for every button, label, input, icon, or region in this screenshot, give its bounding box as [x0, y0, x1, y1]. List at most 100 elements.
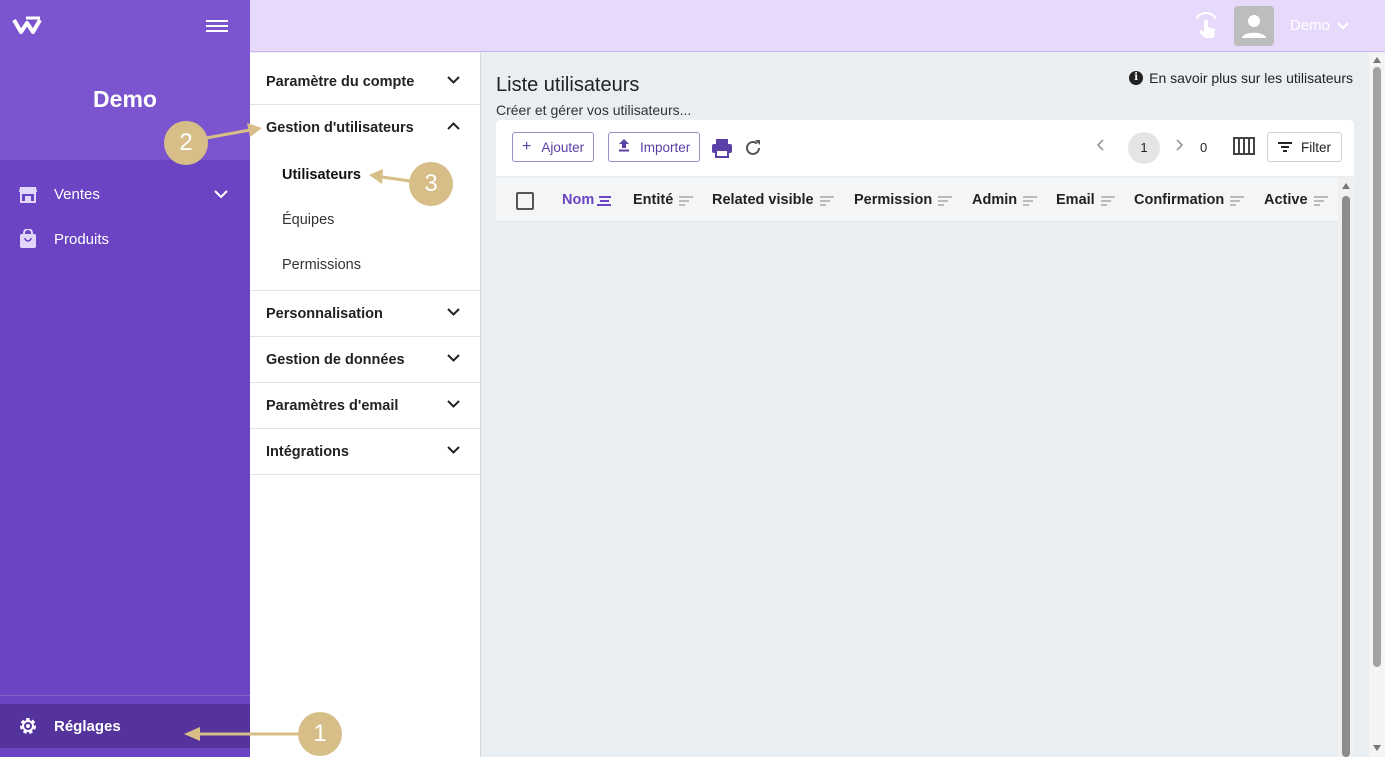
- menu-section-label: Gestion de données: [266, 351, 405, 368]
- sidebar-item-label: Ventes: [54, 185, 100, 203]
- column-label: Active: [1264, 192, 1308, 208]
- table-header: Nom Entité Related visible Permission Ad…: [496, 178, 1338, 222]
- learn-more-link[interactable]: i En savoir plus sur les utilisateurs: [1129, 70, 1353, 86]
- store-icon: [18, 184, 38, 204]
- scroll-down-icon[interactable]: [1373, 745, 1381, 751]
- column-label: Nom: [562, 192, 595, 208]
- sort-icon: [1023, 195, 1038, 206]
- page-title: Liste utilisateurs: [496, 74, 640, 96]
- plus-icon: +: [522, 138, 532, 155]
- settings-menu: Paramètre du compte Gestion d'utilisateu…: [250, 53, 481, 757]
- sort-icon: [1230, 195, 1245, 206]
- scrollbar-thumb[interactable]: [1373, 67, 1381, 667]
- prev-page-icon[interactable]: [1096, 138, 1104, 156]
- table-body: [496, 222, 1338, 757]
- menu-section-parametres-email[interactable]: Paramètres d'email: [250, 383, 480, 429]
- column-header-confirmation[interactable]: Confirmation: [1134, 192, 1245, 208]
- column-header-nom[interactable]: Nom: [562, 192, 612, 208]
- shopping-bag-icon: [18, 229, 38, 249]
- scrollbar-thumb[interactable]: [1342, 196, 1350, 757]
- chevron-down-icon: [447, 400, 460, 408]
- column-header-related-visible[interactable]: Related visible: [712, 192, 834, 208]
- table-scrollbar[interactable]: [1338, 178, 1354, 757]
- next-page-icon[interactable]: [1176, 138, 1184, 156]
- chevron-down-icon: [447, 354, 460, 362]
- org-name: Demo: [93, 86, 157, 112]
- column-header-admin[interactable]: Admin: [972, 192, 1038, 208]
- avatar[interactable]: [1234, 6, 1274, 46]
- sort-icon: [938, 195, 953, 206]
- chevron-down-icon: [447, 76, 460, 84]
- person-icon: [1242, 15, 1266, 38]
- menu-section-gestion-donnees[interactable]: Gestion de données: [250, 337, 480, 383]
- learn-more-label: En savoir plus sur les utilisateurs: [1149, 70, 1353, 86]
- sort-icon: [1313, 195, 1328, 206]
- import-button-label: Importer: [640, 139, 691, 155]
- sidebar-item-produits[interactable]: Produits: [0, 217, 250, 261]
- menu-item-permissions[interactable]: Permissions: [250, 243, 480, 287]
- add-button[interactable]: + Ajouter: [512, 132, 595, 162]
- column-label: Related visible: [712, 192, 814, 208]
- sort-icon: [1100, 195, 1115, 206]
- upload-icon: [618, 138, 630, 156]
- menu-section-personnalisation[interactable]: Personnalisation: [250, 291, 480, 337]
- total-count: 0: [1200, 140, 1208, 155]
- sort-icon: [819, 195, 834, 206]
- sidebar-item-ventes[interactable]: Ventes: [0, 172, 250, 216]
- column-header-email[interactable]: Email: [1056, 192, 1115, 208]
- menu-section-integrations[interactable]: Intégrations: [250, 429, 480, 475]
- table-toolbar: + Ajouter Importer 1 0 Filter: [496, 120, 1354, 176]
- filter-icon: [1278, 140, 1292, 155]
- sidebar-item-reglages[interactable]: Réglages: [0, 704, 250, 748]
- menu-section-label: Paramètre du compte: [266, 73, 415, 90]
- menu-section-label: Paramètres d'email: [266, 397, 399, 414]
- add-button-label: Ajouter: [541, 139, 585, 155]
- column-label: Entité: [633, 192, 674, 208]
- scroll-up-icon[interactable]: [1373, 57, 1381, 63]
- chevron-up-icon: [447, 122, 460, 130]
- column-label: Confirmation: [1134, 192, 1225, 208]
- select-all-checkbox[interactable]: [516, 192, 534, 210]
- menu-section-gestion-utilisateurs[interactable]: Gestion d'utilisateurs: [250, 105, 480, 151]
- page-subtitle: Créer et gérer vos utilisateurs...: [496, 102, 692, 118]
- sidebar-divider: [0, 695, 250, 696]
- chevron-down-icon: [447, 308, 460, 316]
- info-icon: i: [1129, 71, 1144, 85]
- column-label: Permission: [854, 192, 933, 208]
- annotation-badge-3: 3: [409, 162, 453, 206]
- sidebar-item-label: Produits: [54, 230, 110, 248]
- sidebar-header: Demo: [0, 0, 250, 160]
- sidebar-item-label: Réglages: [54, 717, 121, 735]
- menu-section-parametre-compte[interactable]: Paramètre du compte: [250, 59, 480, 105]
- refresh-icon[interactable]: [742, 137, 764, 159]
- menu-item-equipes[interactable]: Équipes: [250, 198, 480, 242]
- app-sidebar: Demo Ventes Produits Réglages: [0, 0, 250, 757]
- main-content: Liste utilisateurs Créer et gérer vos ut…: [481, 53, 1369, 757]
- current-page[interactable]: 1: [1128, 132, 1160, 164]
- chevron-down-icon: [447, 446, 460, 454]
- column-label: Email: [1056, 192, 1095, 208]
- print-icon[interactable]: [711, 137, 733, 159]
- annotation-badge-2: 2: [164, 121, 208, 165]
- menu-toggle-icon[interactable]: [206, 17, 228, 35]
- columns-icon[interactable]: [1233, 137, 1255, 157]
- import-button[interactable]: Importer: [608, 132, 701, 162]
- column-header-active[interactable]: Active: [1264, 192, 1328, 208]
- page-scrollbar[interactable]: [1369, 53, 1385, 757]
- app-logo[interactable]: [12, 14, 42, 36]
- menu-section-label: Gestion d'utilisateurs: [266, 120, 414, 136]
- column-header-permission[interactable]: Permission: [854, 192, 953, 208]
- chevron-down-icon: [1337, 21, 1349, 30]
- scroll-up-icon[interactable]: [1342, 183, 1350, 189]
- user-menu[interactable]: Demo: [1290, 17, 1350, 34]
- top-bar: Demo: [250, 0, 1385, 52]
- sort-icon: [597, 195, 612, 206]
- user-name: Demo: [1290, 17, 1331, 34]
- filter-button[interactable]: Filter: [1267, 132, 1342, 162]
- touch-gesture-icon[interactable]: [1194, 12, 1218, 40]
- menu-section-label: Intégrations: [266, 443, 349, 460]
- gear-icon: [18, 716, 38, 736]
- sort-icon: [679, 195, 694, 206]
- column-header-entite[interactable]: Entité: [633, 192, 694, 208]
- menu-section-label: Personnalisation: [266, 305, 383, 322]
